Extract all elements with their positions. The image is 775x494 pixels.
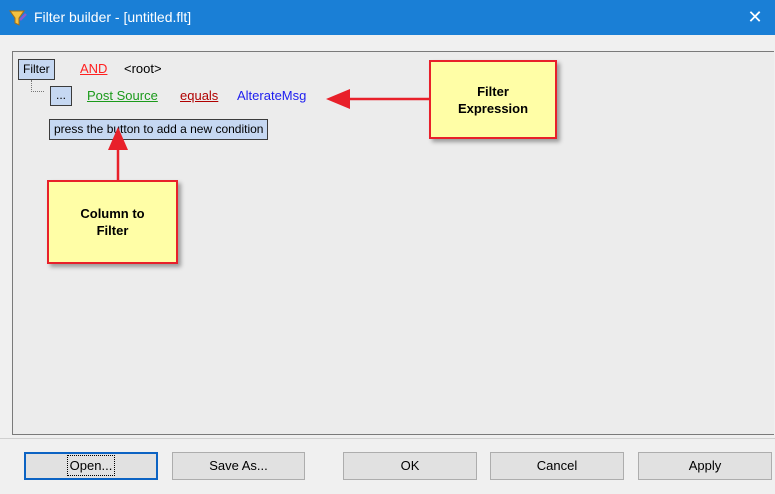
condition-column-link[interactable]: Post Source [87, 88, 158, 103]
callout-line: Column to [80, 206, 145, 221]
condition-operator-link[interactable]: equals [180, 88, 218, 103]
filter-root-button[interactable]: Filter [18, 59, 55, 80]
condition-value-link[interactable]: AlterateMsg [237, 88, 306, 103]
tree-connector [31, 80, 44, 92]
window-title: Filter builder - [untitled.flt] [34, 9, 192, 25]
open-button[interactable]: Open... [24, 452, 158, 480]
title-bar: Filter builder - [untitled.flt] ✕ [0, 0, 775, 35]
callout-line: Expression [457, 100, 529, 116]
group-operator-link[interactable]: AND [80, 61, 107, 76]
add-condition-hint[interactable]: press the button to add a new condition [49, 119, 269, 140]
callout-line: Filter [477, 83, 509, 99]
callout-line: Filter [96, 223, 129, 238]
root-label: <root> [124, 61, 162, 76]
condition-menu-button[interactable]: ... [50, 86, 72, 106]
ok-button[interactable]: OK [343, 452, 477, 480]
cancel-button[interactable]: Cancel [490, 452, 624, 480]
filter-expression-callout: Filter Expression [429, 60, 557, 139]
apply-button[interactable]: Apply [638, 452, 772, 480]
close-icon[interactable]: ✕ [735, 0, 775, 35]
footer-divider [0, 438, 775, 439]
funnel-icon [9, 10, 27, 26]
open-button-label: Open... [66, 455, 116, 476]
save-as-button[interactable]: Save As... [172, 452, 305, 480]
column-to-filter-callout: Column to Filter [47, 180, 178, 264]
